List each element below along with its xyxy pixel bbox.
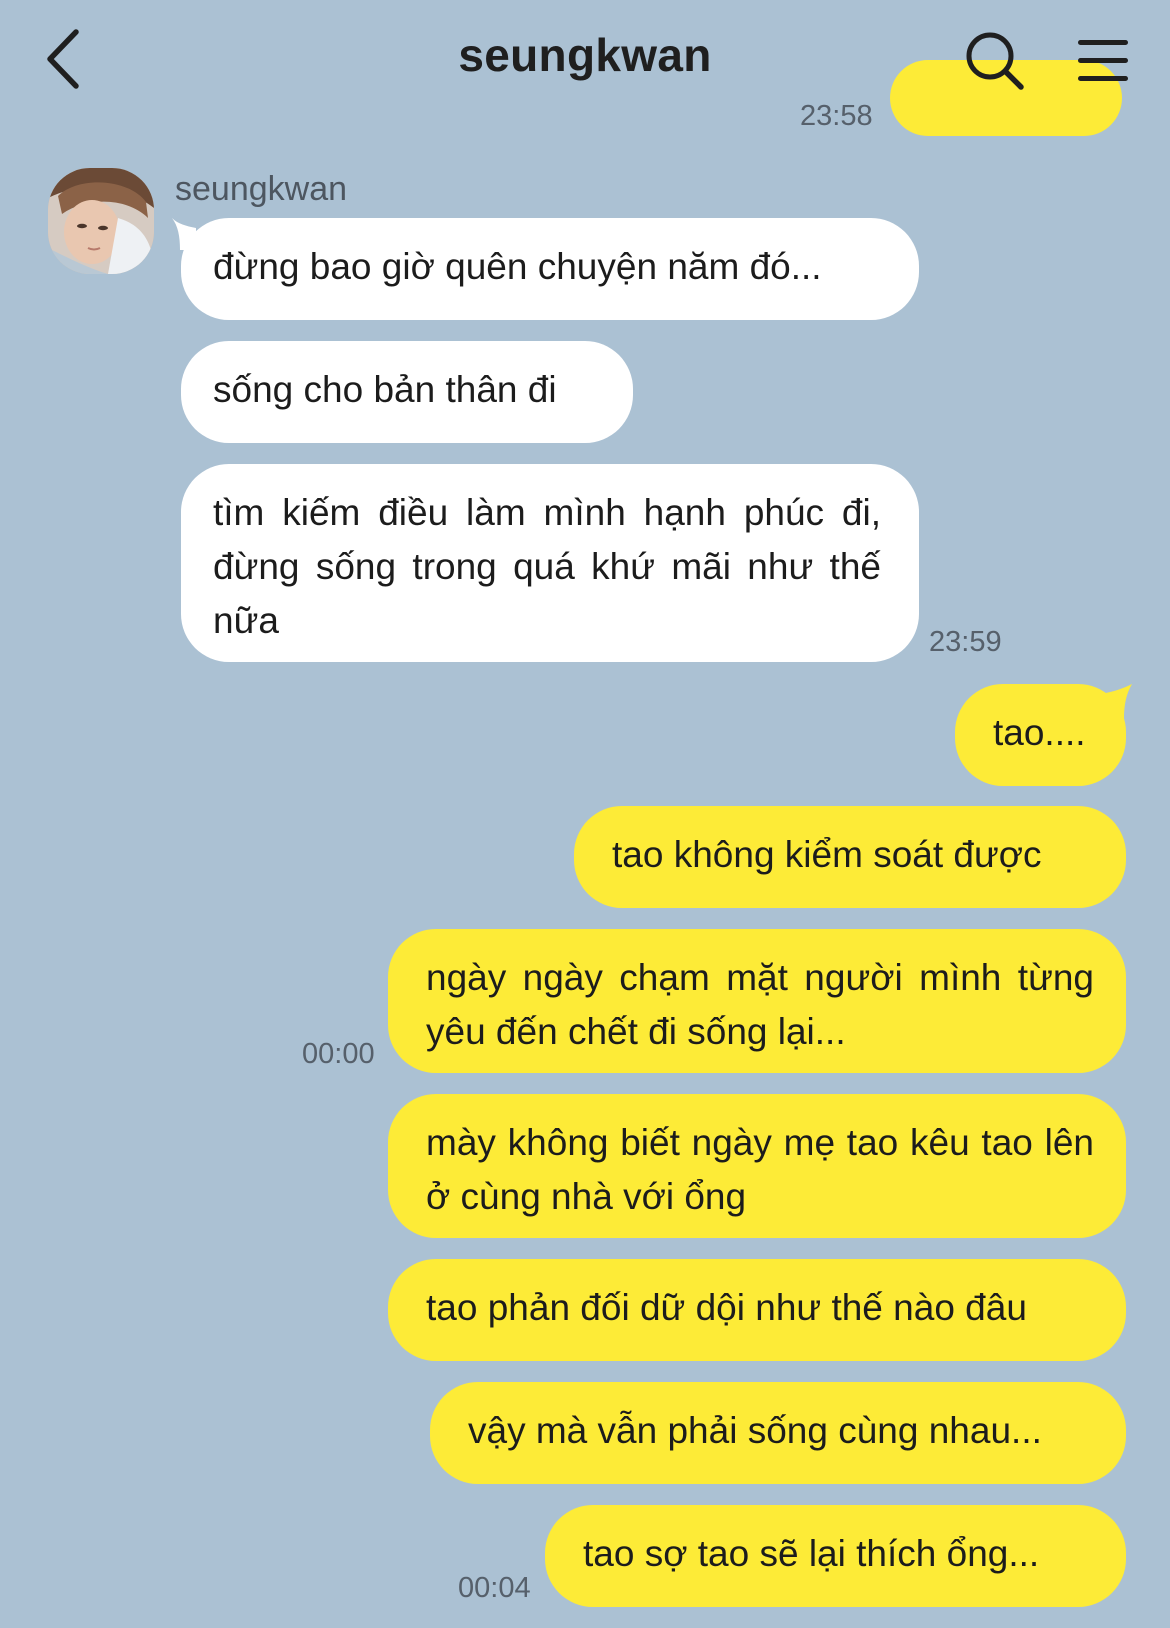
- message-time: 00:00: [302, 1038, 375, 1070]
- outgoing-message[interactable]: mày không biết ngày mẹ tao kêu tao lên ở…: [388, 1094, 1126, 1238]
- incoming-message[interactable]: tìm kiếm điều làm mình hạnh phúc đi, đừn…: [181, 464, 919, 662]
- outgoing-message[interactable]: tao phản đối dữ dội như thế nào đâu: [388, 1259, 1126, 1361]
- search-icon: [966, 32, 1024, 90]
- avatar[interactable]: [48, 168, 154, 274]
- sender-name: seungkwan: [175, 170, 348, 208]
- message-time: 00:04: [458, 1572, 531, 1604]
- incoming-message[interactable]: đừng bao giờ quên chuyện năm đó...: [181, 218, 919, 320]
- avatar-photo: [48, 168, 154, 274]
- outgoing-message[interactable]: vậy mà vẫn phải sống cùng nhau...: [430, 1382, 1126, 1484]
- menu-button[interactable]: [1074, 34, 1134, 86]
- incoming-message[interactable]: sống cho bản thân đi: [181, 341, 633, 443]
- outgoing-message[interactable]: tao không kiểm soát được: [574, 806, 1126, 908]
- search-button[interactable]: [964, 30, 1026, 92]
- chat-header: seungkwan: [0, 0, 1170, 118]
- outgoing-message[interactable]: ngày ngày chạm mặt người mình từng yêu đ…: [388, 929, 1126, 1073]
- message-time: 23:59: [929, 626, 1002, 658]
- outgoing-message[interactable]: tao sợ tao sẽ lại thích ổng...: [545, 1505, 1126, 1607]
- outgoing-message[interactable]: tao....: [955, 684, 1126, 786]
